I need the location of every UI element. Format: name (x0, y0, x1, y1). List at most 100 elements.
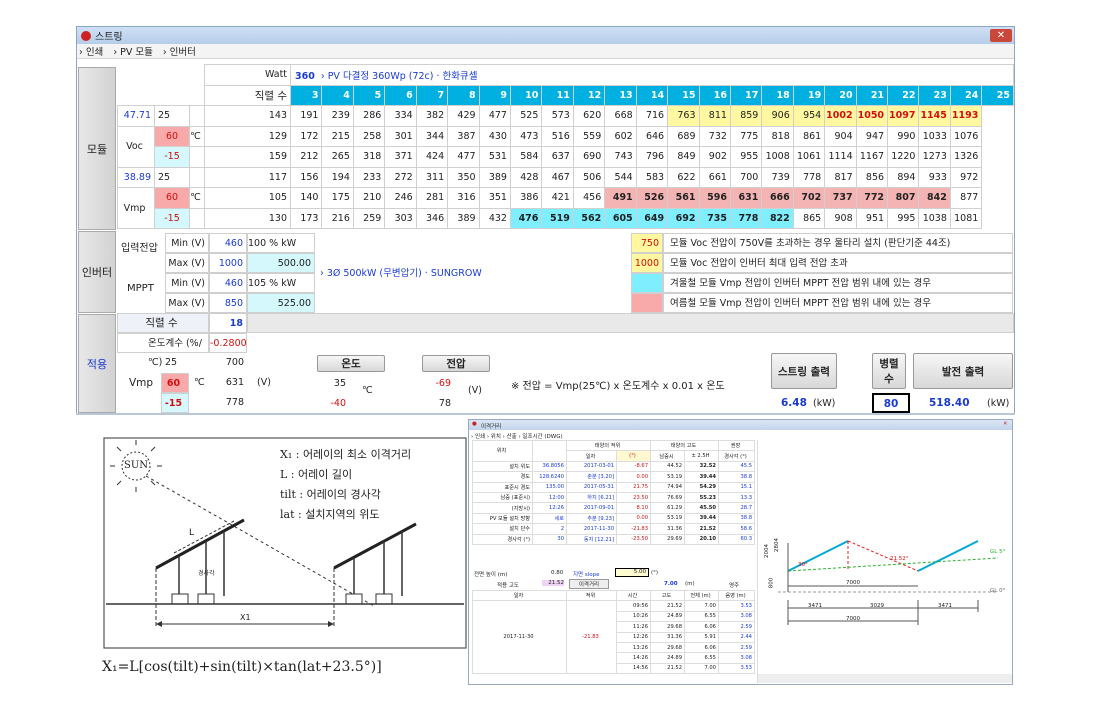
generation-output-button[interactable]: 발전 출력 (913, 353, 1013, 389)
parallel-count-button[interactable]: 병렬 수 (872, 353, 906, 389)
series-header[interactable]: 15 (667, 84, 700, 106)
sun-cell: 경사각 (°) (472, 533, 533, 545)
legend-key-1: 1000 (631, 253, 663, 273)
sun-cell[interactable]: 2 (532, 523, 567, 535)
cad-d1: 7000 (846, 580, 860, 586)
section-module[interactable]: 모듈 (78, 67, 116, 230)
parallel-count-value[interactable]: 80 (872, 393, 910, 413)
series-header[interactable]: 3 (290, 84, 323, 106)
spacing-close-icon[interactable]: ✕ (1003, 421, 1008, 427)
menu-print[interactable]: › 인쇄 (79, 44, 103, 58)
sun-cell: 2017-05-31 (566, 481, 617, 493)
inverter-name[interactable]: › 3Ø 500kW (무변압기) · SUNGROW (320, 265, 482, 279)
sun-cell: 추분 [9.23] (566, 512, 617, 525)
unit-cell (188, 207, 206, 229)
series-header[interactable]: 4 (321, 84, 354, 106)
cad-h3: 800 (768, 577, 775, 589)
sun-cell: 0.00 (615, 471, 652, 483)
inverter-value-3[interactable]: 850 (209, 293, 247, 313)
apply-series-value[interactable]: 18 (209, 313, 247, 333)
series-header[interactable]: 17 (729, 84, 763, 106)
series-header[interactable]: 8 (447, 84, 480, 106)
voltage-formula: ※ 전압 = Vmp(25℃) x 온도계수 x 0.01 x 온도 (511, 381, 725, 392)
series-header[interactable]: 25 (981, 84, 1014, 106)
series-header[interactable]: 10 (509, 84, 543, 106)
series-header[interactable]: 13 (604, 84, 637, 106)
spacing-menu[interactable]: › 인쇄 › 위치 › 산출 › 일조시간 (DWG) (471, 432, 563, 440)
series-header[interactable]: 23 (918, 84, 951, 106)
volt-unit: (V) (468, 385, 482, 396)
voc-cell: 387 (447, 125, 480, 147)
front-height-value[interactable]: 0.80 (551, 570, 563, 576)
series-header[interactable]: 7 (415, 84, 449, 106)
string-output-value: 6.48 (781, 397, 807, 409)
volt-value-0: -69 (435, 378, 451, 389)
watt-row: 360 › PV 다결정 360Wp (72c) · 한화큐셀 (290, 64, 1014, 86)
section-apply[interactable]: 적용 (78, 314, 116, 413)
legend-x1: X₁ : 어레이의 최소 이격거리 (280, 448, 412, 461)
shadow-cell: 21.52 (650, 600, 685, 612)
sun-cell[interactable]: 128.6240 (532, 471, 567, 483)
inverter-value-2[interactable]: 460 (209, 273, 247, 293)
series-header[interactable]: 6 (384, 84, 417, 106)
legend-l: L : 어레이 길이 (280, 468, 353, 481)
vmp-cell: 908 (824, 207, 857, 229)
string-output-button[interactable]: 스트링 출력 (771, 353, 837, 389)
string-output-unit: (kW) (813, 398, 836, 409)
voc-cell: 573 (541, 105, 574, 127)
series-header[interactable]: 5 (352, 84, 386, 106)
string-window: 스트링 ✕ › 인쇄 › PV 모듈 › 인버터 모듈 인버터 적용 Watt … (76, 26, 1015, 414)
sun-cell[interactable]: 135.00 (532, 481, 567, 493)
sun-cell[interactable]: 12:26 (532, 502, 567, 514)
series-slider[interactable] (247, 313, 1014, 333)
series-header[interactable]: 20 (824, 84, 857, 106)
series-header[interactable]: 21 (855, 84, 889, 106)
sun-cell[interactable]: 세로 (532, 512, 567, 525)
cad-gl1: GL 5° (990, 549, 1006, 555)
voc-cell: 763 (667, 105, 700, 127)
series-header[interactable]: 9 (478, 84, 511, 106)
series-header[interactable]: 16 (698, 84, 731, 106)
sun-cell[interactable]: 36.8056 (532, 460, 567, 473)
spacing-button[interactable]: 이격거리 (569, 579, 609, 589)
vmp-cell: 605 (604, 207, 637, 229)
series-header[interactable]: 24 (949, 84, 983, 106)
module-name[interactable]: › PV 다결정 360Wp (72c) · 한화큐셀 (321, 71, 478, 82)
vmp-cell: 175 (321, 187, 354, 209)
sun-cell[interactable]: 30 (532, 533, 567, 545)
series-header[interactable]: 19 (792, 84, 826, 106)
inverter-value-1[interactable]: 1000 (209, 253, 247, 273)
temp-coef-value[interactable]: -0.2800 (209, 333, 247, 353)
slope-input[interactable]: 5.00 (615, 568, 649, 577)
sun-cell: 하지 [6.21] (566, 491, 617, 504)
sun-cell: 53.19 (650, 471, 686, 483)
cad-a1: 30° (798, 562, 808, 568)
legend-tilt: tilt : 어레이의 경사각 (280, 488, 381, 501)
close-button[interactable]: ✕ (990, 29, 1012, 42)
window-title: 스트링 (95, 32, 123, 43)
vmp-cell: 631 (729, 187, 763, 209)
voltage-button[interactable]: 전압 (422, 355, 490, 372)
shadow-cell: 6.06 (684, 641, 719, 654)
temp-button[interactable]: 온도 (317, 355, 385, 372)
menu-pv-module[interactable]: › PV 모듈 (113, 44, 153, 58)
front-height-label: 전면 높이 (m) (474, 572, 508, 578)
series-header[interactable]: 18 (761, 84, 794, 106)
inverter-value-0[interactable]: 460 (209, 233, 247, 253)
series-header[interactable]: 14 (635, 84, 669, 106)
app-icon (81, 30, 91, 41)
series-header[interactable]: 11 (541, 84, 574, 106)
hdr-south: 남중시 (650, 450, 686, 462)
label-l: L (189, 528, 195, 538)
vmp-temp-2: -15 (154, 207, 190, 229)
vmp-cell: 259 (352, 207, 386, 229)
apply-vmp-label: Vmp (129, 377, 154, 389)
sun-cell[interactable]: 12:00 (532, 491, 567, 504)
series-header[interactable]: 22 (887, 84, 920, 106)
menu-inverter[interactable]: › 인버터 (163, 44, 196, 58)
voc-cell: 477 (447, 146, 480, 168)
vmp-cell: 432 (478, 207, 511, 229)
series-header[interactable]: 12 (572, 84, 606, 106)
inverter-kw-2 (247, 273, 315, 293)
section-inverter[interactable]: 인버터 (78, 231, 116, 313)
